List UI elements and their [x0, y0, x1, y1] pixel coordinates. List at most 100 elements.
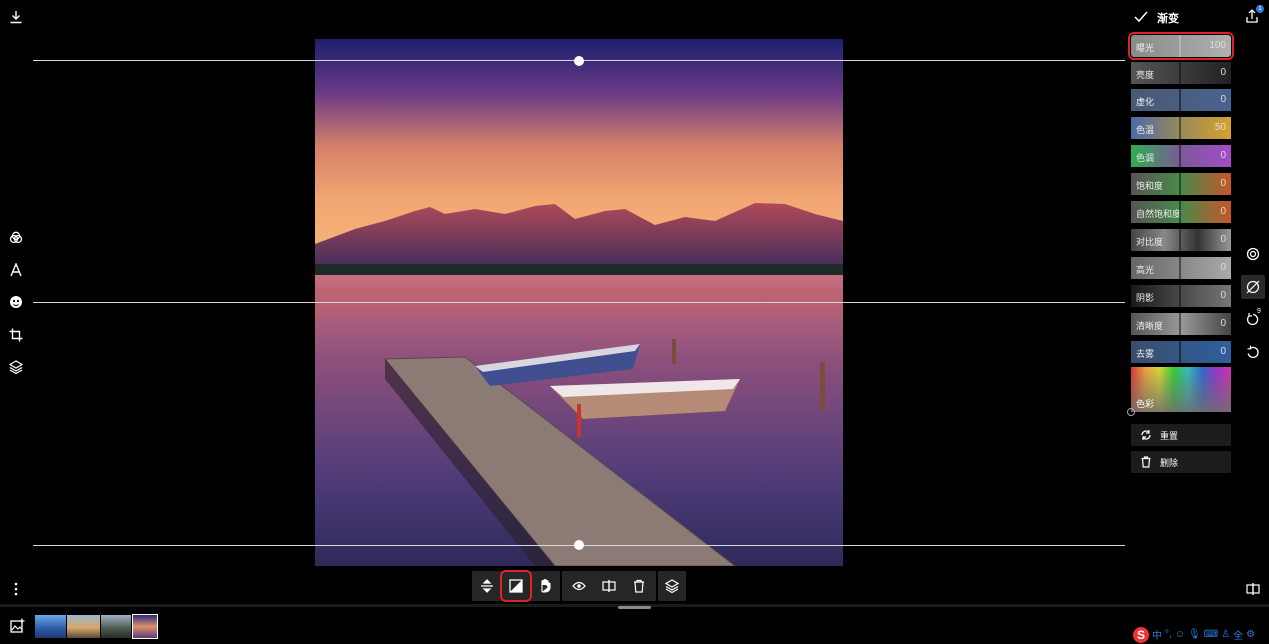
reset-button[interactable]: 重置 [1131, 424, 1231, 446]
ime-item[interactable]: 中 [1152, 627, 1162, 642]
ime-toolbar: S 中 °, ☺ 🎙 ⌨ ♙ 全 ⚙ [1133, 626, 1255, 643]
slider-label: 色温 [1136, 125, 1155, 135]
slider-tint[interactable]: 色调 0 [1131, 145, 1231, 167]
slider-thumb[interactable] [1179, 257, 1181, 279]
gradient-tool-icon[interactable] [1241, 275, 1265, 299]
slider-thumb[interactable] [1179, 35, 1181, 57]
slider-value: 0 [1220, 178, 1226, 189]
ime-item[interactable]: ♙ [1221, 629, 1230, 640]
slider-thumb[interactable] [1179, 173, 1181, 195]
eye-icon[interactable] [564, 572, 594, 600]
filmstrip-handle[interactable] [618, 606, 651, 609]
trash-icon[interactable] [624, 572, 654, 600]
filmstrip-thumbnail[interactable] [101, 615, 131, 638]
layers-icon[interactable] [6, 357, 26, 377]
slider-value: 0 [1220, 67, 1226, 78]
check-icon[interactable] [1133, 9, 1149, 25]
face-icon[interactable] [6, 292, 26, 312]
slider-label: 去雾 [1136, 349, 1155, 359]
slider-thumb[interactable] [1179, 341, 1181, 363]
slider-value: 0 [1220, 94, 1226, 105]
slider-thumb[interactable] [1179, 313, 1181, 335]
slider-shadows[interactable]: 阴影 0 [1131, 285, 1231, 307]
slider-label: 对比度 [1136, 237, 1164, 247]
slider-thumb[interactable] [1179, 201, 1181, 223]
slider-contrast[interactable]: 对比度 0 [1131, 229, 1231, 251]
reset-label: 重置 [1160, 430, 1179, 441]
slider-label: 饱和度 [1136, 181, 1164, 191]
bottom-toolbar-group-3 [658, 571, 686, 601]
share-icon[interactable]: 1 [1243, 5, 1264, 26]
slider-thumb[interactable] [1179, 62, 1181, 84]
gradient-handle-bottom[interactable] [574, 540, 584, 550]
trash-icon [1140, 456, 1152, 468]
slider-thumb[interactable] [1179, 117, 1181, 139]
delete-button[interactable]: 删除 [1131, 451, 1231, 473]
slider-vibrance[interactable]: 自然饱和度 0 [1131, 201, 1231, 223]
color-picker-handle[interactable] [1127, 408, 1135, 416]
ime-item[interactable]: 🎙 [1188, 629, 1201, 640]
undo-icon[interactable] [1243, 342, 1263, 362]
slider-value: 0 [1220, 150, 1226, 161]
bottom-toolbar-group-1 [472, 570, 560, 602]
gradient-guide-middle[interactable] [33, 302, 1125, 303]
crop-icon[interactable] [6, 325, 26, 345]
slider-blur[interactable]: 虚化 0 [1131, 89, 1231, 111]
filmstrip-thumbnail[interactable] [35, 615, 66, 638]
ime-logo[interactable]: S [1133, 626, 1149, 643]
slider-thumb[interactable] [1179, 89, 1181, 111]
slider-value: 0 [1220, 290, 1226, 301]
slider-value: 0 [1220, 234, 1226, 245]
slider-clarity[interactable]: 清晰度 0 [1131, 313, 1231, 335]
filmstrip-thumbnail[interactable] [67, 615, 100, 638]
slider-label: 自然饱和度 [1136, 209, 1182, 219]
add-image-icon[interactable] [9, 617, 27, 635]
download-icon[interactable] [7, 8, 25, 26]
history-icon[interactable]: 9 [1243, 308, 1263, 329]
slider-thumb[interactable] [1179, 145, 1181, 167]
slider-label: 虚化 [1136, 97, 1155, 107]
ime-item[interactable]: ⌨ [1204, 629, 1218, 640]
slider-thumb[interactable] [1179, 229, 1181, 251]
share-badge: 1 [1256, 5, 1264, 13]
gradient-mask-icon[interactable] [500, 570, 532, 602]
slider-value: 100 [1209, 40, 1226, 51]
slider-dehaze[interactable]: 去雾 0 [1131, 341, 1231, 363]
ime-item[interactable]: °, [1165, 629, 1172, 640]
color-picker[interactable]: 色彩 [1131, 367, 1231, 412]
slider-label: 阴影 [1136, 293, 1155, 303]
gradient-handle-top[interactable] [574, 56, 584, 66]
slider-value: 0 [1220, 318, 1226, 329]
filter-circles-icon[interactable] [6, 228, 26, 248]
hand-icon[interactable] [531, 572, 559, 600]
slider-value: 50 [1214, 122, 1226, 133]
text-icon[interactable] [6, 260, 26, 280]
slider-value: 0 [1220, 206, 1226, 217]
history-badge: 9 [1257, 308, 1261, 315]
layers-icon[interactable] [658, 572, 686, 600]
slider-brightness[interactable]: 亮度 0 [1131, 62, 1231, 84]
slider-highlights[interactable]: 高光 0 [1131, 257, 1231, 279]
bottom-toolbar-group-2 [562, 571, 656, 601]
compare-icon[interactable] [1243, 579, 1263, 599]
slider-temperature[interactable]: 色温 50 [1131, 117, 1231, 139]
flip-vertical-icon[interactable] [473, 572, 501, 600]
reset-icon [1140, 429, 1152, 441]
more-vertical-icon[interactable] [6, 579, 26, 599]
slider-value: 0 [1220, 262, 1226, 273]
ime-item[interactable]: ☺ [1175, 629, 1185, 640]
slider-saturation[interactable]: 饱和度 0 [1131, 173, 1231, 195]
slider-value: 0 [1220, 346, 1226, 357]
ime-item[interactable]: 全 [1233, 627, 1243, 642]
slider-label: 高光 [1136, 265, 1155, 275]
split-view-icon[interactable] [594, 572, 624, 600]
slider-label: 曝光 [1136, 43, 1155, 53]
slider-label: 亮度 [1136, 70, 1155, 80]
color-label: 色彩 [1136, 399, 1155, 409]
spiral-icon[interactable] [1243, 244, 1263, 264]
slider-label: 清晰度 [1136, 321, 1164, 331]
filmstrip-thumbnail-selected[interactable] [132, 614, 158, 639]
ime-item[interactable]: ⚙ [1246, 629, 1255, 640]
slider-thumb[interactable] [1179, 285, 1181, 307]
slider-exposure[interactable]: 曝光 100 [1128, 32, 1234, 60]
